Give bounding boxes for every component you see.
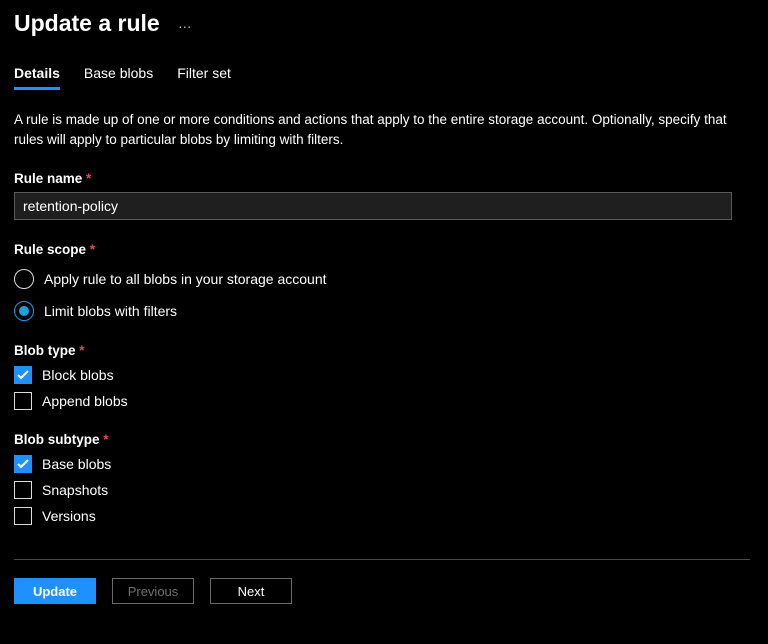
radio-limit-filters[interactable]: Limit blobs with filters	[14, 301, 750, 321]
checkbox-label: Append blobs	[42, 393, 128, 409]
rule-name-label-text: Rule name	[14, 171, 82, 186]
checkbox-unchecked-icon	[14, 481, 32, 499]
required-icon: *	[79, 343, 84, 358]
next-button[interactable]: Next	[210, 578, 292, 604]
required-icon: *	[86, 171, 91, 186]
checkbox-checked-icon	[14, 455, 32, 473]
page-title: Update a rule	[14, 10, 160, 37]
blob-type-label: Blob type *	[14, 343, 750, 358]
tab-filter-set[interactable]: Filter set	[177, 65, 231, 90]
checkbox-label: Snapshots	[42, 482, 108, 498]
rule-scope-label: Rule scope *	[14, 242, 750, 257]
checkbox-label: Block blobs	[42, 367, 114, 383]
rule-scope-label-text: Rule scope	[14, 242, 86, 257]
blob-subtype-label-text: Blob subtype	[14, 432, 100, 447]
more-icon[interactable]: …	[178, 15, 193, 31]
rule-name-input[interactable]	[14, 192, 732, 220]
checkbox-label: Base blobs	[42, 456, 111, 472]
rule-name-label: Rule name *	[14, 171, 750, 186]
checkbox-unchecked-icon	[14, 507, 32, 525]
checkbox-snapshots[interactable]: Snapshots	[14, 481, 750, 499]
checkbox-base-blobs[interactable]: Base blobs	[14, 455, 750, 473]
tab-details[interactable]: Details	[14, 65, 60, 90]
separator	[14, 559, 750, 560]
radio-label: Apply rule to all blobs in your storage …	[44, 271, 327, 287]
checkbox-block-blobs[interactable]: Block blobs	[14, 366, 750, 384]
radio-label: Limit blobs with filters	[44, 303, 177, 319]
checkbox-unchecked-icon	[14, 392, 32, 410]
tab-base-blobs[interactable]: Base blobs	[84, 65, 153, 90]
checkbox-versions[interactable]: Versions	[14, 507, 750, 525]
blob-subtype-label: Blob subtype *	[14, 432, 750, 447]
radio-circle-selected-icon	[14, 301, 34, 321]
checkbox-checked-icon	[14, 366, 32, 384]
blob-type-label-text: Blob type	[14, 343, 76, 358]
description-text: A rule is made up of one or more conditi…	[14, 110, 734, 149]
update-button[interactable]: Update	[14, 578, 96, 604]
checkbox-label: Versions	[42, 508, 96, 524]
radio-all-blobs[interactable]: Apply rule to all blobs in your storage …	[14, 269, 750, 289]
previous-button: Previous	[112, 578, 194, 604]
checkbox-append-blobs[interactable]: Append blobs	[14, 392, 750, 410]
radio-circle-icon	[14, 269, 34, 289]
tabs: Details Base blobs Filter set	[14, 65, 750, 90]
required-icon: *	[90, 242, 95, 257]
required-icon: *	[103, 432, 108, 447]
